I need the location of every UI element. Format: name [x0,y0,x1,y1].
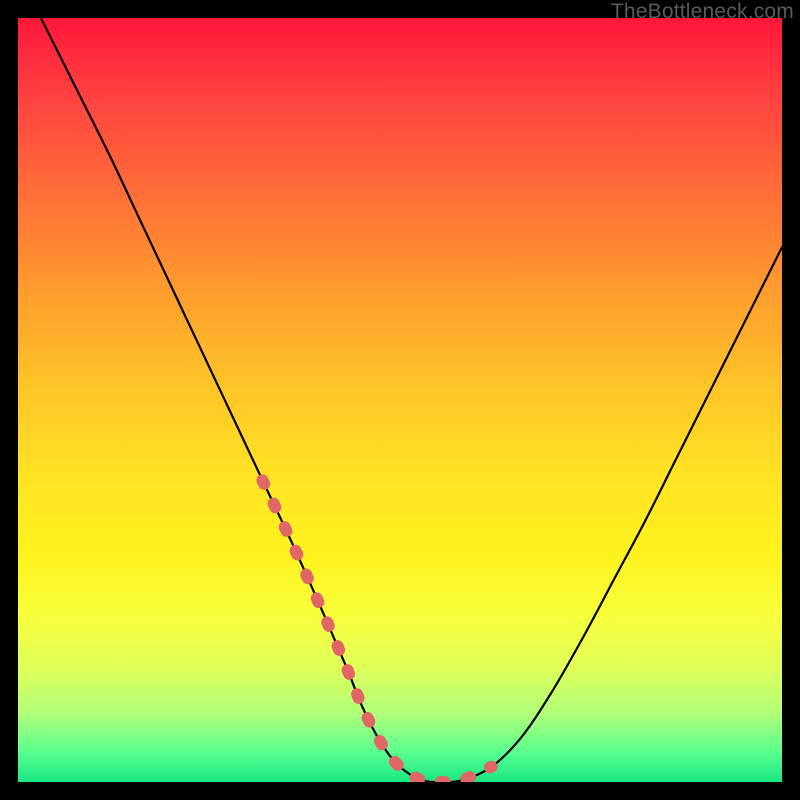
main-curve-line [18,18,782,782]
marker-curve-dashes [262,480,491,782]
plot-area [18,18,782,782]
chart-frame: TheBottleneck.com [0,0,800,800]
bottleneck-curve-chart [18,18,782,782]
